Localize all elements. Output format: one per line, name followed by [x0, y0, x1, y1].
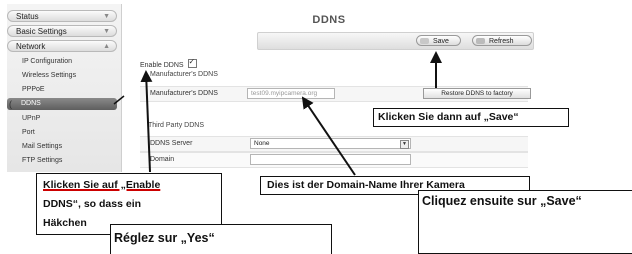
- toolbar: Save Refresh: [257, 32, 534, 50]
- callout-save-de: Klicken Sie dann auf „Save“: [373, 108, 569, 127]
- ddns-server-label: DDNS Server: [150, 140, 193, 147]
- chevron-down-icon: ▼: [103, 13, 110, 20]
- main-panel: DDNS Save Refresh Enable DDNS Manufactur…: [122, 4, 536, 172]
- sidebar-item-ddns[interactable]: ( DDNS: [7, 98, 117, 110]
- save-button-label: Save: [433, 38, 449, 45]
- enable-ddns-row: Enable DDNS: [140, 57, 197, 69]
- domain-row: Domain: [140, 152, 528, 168]
- restore-ddns-button[interactable]: Restore DDNS to factory: [423, 88, 531, 99]
- menu-network-label: Network: [16, 42, 46, 51]
- enable-ddns-checkbox[interactable]: [187, 57, 197, 68]
- page-title: DDNS: [312, 14, 346, 26]
- third-party-section-title: Third Party DDNS: [148, 122, 205, 129]
- manufacturer-ddns-row: Manufacturer's DDNS test09.myipcamera.or…: [140, 86, 531, 102]
- sidebar-item-ftp-settings[interactable]: FTP Settings: [7, 155, 117, 167]
- manufacturer-ddns-label: Manufacturer's DDNS: [150, 90, 218, 97]
- callout-save-fr: Cliquez ensuite sur „Save“: [418, 190, 632, 254]
- callout-enable-de-line1: Klicken Sie auf „Enable: [43, 176, 215, 195]
- sidebar-item-mail-settings[interactable]: Mail Settings: [7, 141, 117, 153]
- manufacturer-ddns-field: test09.myipcamera.org: [247, 88, 335, 99]
- enable-ddns-label: Enable DDNS: [140, 62, 184, 69]
- refresh-button[interactable]: Refresh: [472, 35, 532, 46]
- refresh-icon: [476, 38, 485, 44]
- menu-status[interactable]: Status ▼: [7, 10, 117, 22]
- dropdown-arrow-icon: ▼: [400, 140, 409, 149]
- sidebar-item-ip-configuration[interactable]: IP Configuration: [7, 56, 117, 68]
- save-icon: [420, 38, 429, 44]
- sidebar-item-pppoe[interactable]: PPPoE: [7, 84, 117, 96]
- ddns-server-row: DDNS Server None ▼: [140, 136, 528, 152]
- sidebar-item-upnp[interactable]: UPnP: [7, 113, 117, 125]
- callout-enable-de-text1: Klicken Sie auf „Enable: [43, 179, 161, 191]
- manufacturer-section-title: Manufacturer's DDNS: [150, 71, 218, 78]
- callout-yes-fr: Réglez sur „Yes“: [110, 224, 332, 254]
- menu-status-label: Status: [16, 12, 39, 21]
- sidebar-item-ddns-label: DDNS: [21, 100, 41, 107]
- ddns-server-select[interactable]: None ▼: [250, 138, 411, 149]
- ddns-server-value: None: [254, 140, 270, 147]
- chevron-up-icon: ▲: [103, 43, 110, 50]
- domain-label: Domain: [150, 156, 175, 163]
- menu-network[interactable]: Network ▲: [7, 40, 117, 52]
- sidebar-item-wireless-settings[interactable]: Wireless Settings: [7, 70, 117, 82]
- chevron-down-icon: ▼: [103, 28, 110, 35]
- sidebar: Status ▼ Basic Settings ▼ Network ▲ IP C…: [7, 4, 122, 172]
- menu-basic-settings[interactable]: Basic Settings ▼: [7, 25, 117, 37]
- menu-basic-settings-label: Basic Settings: [16, 27, 67, 36]
- domain-input[interactable]: [250, 154, 411, 165]
- active-indicator-icon: (: [9, 99, 12, 109]
- callout-enable-de-line2: DDNS“, so dass ein: [43, 198, 142, 210]
- sidebar-item-port[interactable]: Port: [7, 127, 117, 139]
- save-button[interactable]: Save: [416, 35, 461, 46]
- refresh-button-label: Refresh: [489, 38, 514, 45]
